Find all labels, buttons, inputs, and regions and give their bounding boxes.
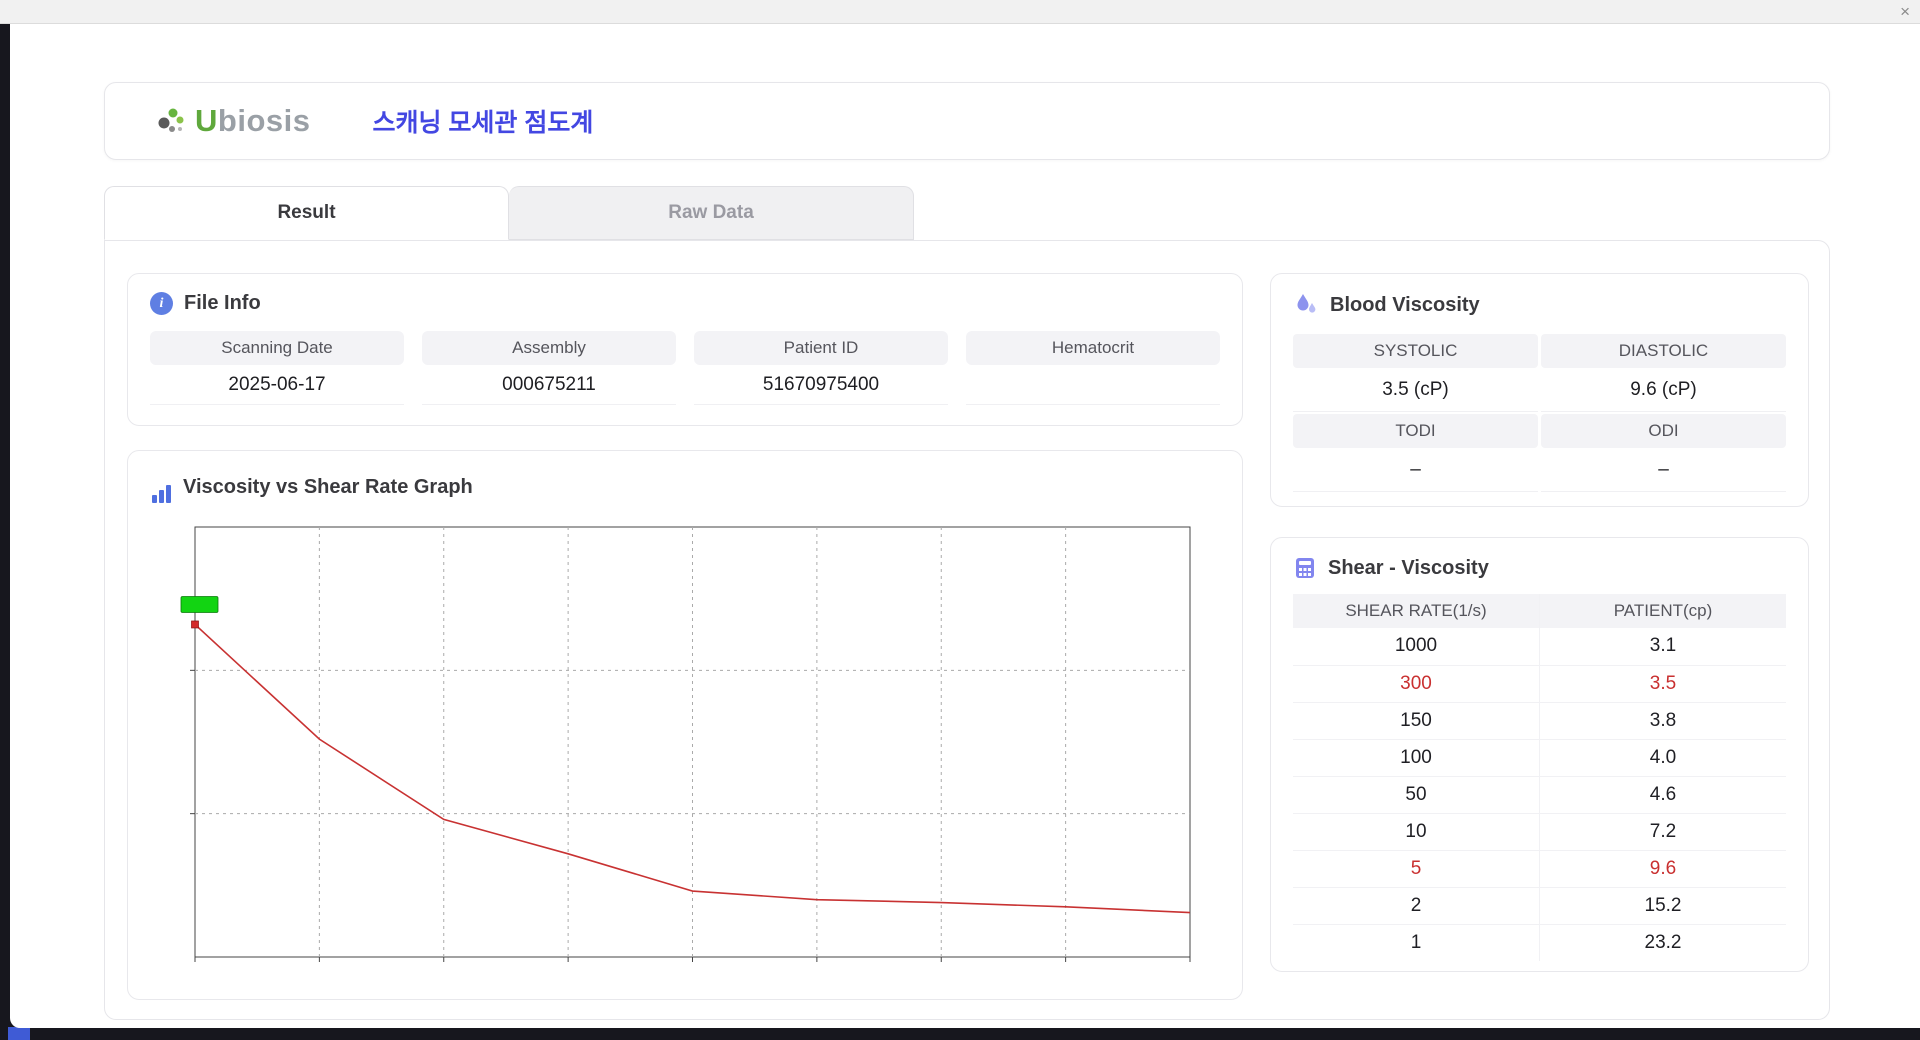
graph-title: Viscosity vs Shear Rate Graph	[183, 475, 473, 498]
field-value: 2025-06-17	[150, 365, 404, 405]
field-label: Assembly	[422, 331, 676, 365]
tab-result[interactable]: Result	[104, 186, 509, 240]
field-value	[966, 365, 1220, 405]
shear-viscosity-title: Shear - Viscosity	[1328, 556, 1489, 579]
background-taskbar-fragment	[8, 1027, 30, 1040]
window-close-button[interactable]: ×	[1900, 1, 1910, 23]
cell-patient: 3.1	[1539, 628, 1786, 666]
cell-shear: 10	[1293, 813, 1540, 851]
field-label: Patient ID	[694, 331, 948, 365]
blood-viscosity-title-row: Blood Viscosity	[1293, 292, 1786, 318]
table-row: 1000 3.1	[1293, 628, 1786, 666]
field-scanning-date: Scanning Date 2025-06-17	[150, 331, 404, 405]
field-value: 000675211	[422, 365, 676, 405]
file-info-card: i File Info Scanning Date 2025-06-17 Ass…	[127, 273, 1243, 426]
shear-viscosity-title-row: Shear - Viscosity	[1293, 556, 1786, 580]
logo-text: Ubiosis	[195, 103, 311, 138]
field-patient-id: Patient ID 51670975400	[694, 331, 948, 405]
ubiosis-logo-icon	[158, 108, 184, 132]
tab-bar: Result Raw Data	[104, 186, 1830, 240]
cell-shear: 2	[1293, 887, 1540, 925]
file-info-fields: Scanning Date 2025-06-17 Assembly 000675…	[150, 331, 1220, 405]
cell-shear: 1	[1293, 924, 1540, 961]
table-row: 10 7.2	[1293, 813, 1786, 851]
cell-shear: 300	[1293, 665, 1540, 703]
bv-value-diastolic: 9.6 (cP)	[1541, 368, 1786, 412]
table-header-row: SHEAR RATE(1/s) PATIENT(cp)	[1293, 594, 1786, 628]
field-hematocrit: Hematocrit	[966, 331, 1220, 405]
bv-value-odi: –	[1541, 448, 1786, 492]
table-row-highlight: 5 9.6	[1293, 850, 1786, 888]
info-icon: i	[150, 292, 173, 315]
file-info-title: File Info	[184, 292, 261, 314]
column-shear-rate: SHEAR RATE(1/s)	[1293, 594, 1540, 628]
bv-value-todi: –	[1293, 448, 1538, 492]
shear-viscosity-card: Shear - Viscosity SHEAR RATE(1/s) PATIEN…	[1270, 537, 1809, 972]
blood-viscosity-card: Blood Viscosity SYSTOLIC DIASTOLIC 3.5 (…	[1270, 273, 1809, 507]
cell-patient: 4.6	[1539, 776, 1786, 814]
cell-shear: 50	[1293, 776, 1540, 814]
window-title-bar: ×	[0, 0, 1920, 24]
field-label: Scanning Date	[150, 331, 404, 365]
file-info-title-row: i File Info	[150, 292, 1220, 315]
cell-patient: 23.2	[1644, 931, 1682, 953]
tab-raw-data[interactable]: Raw Data	[509, 186, 914, 240]
shear-viscosity-table: SHEAR RATE(1/s) PATIENT(cp) 1000 3.1 300 3…	[1293, 594, 1786, 961]
result-panel: i File Info Scanning Date 2025-06-17 Ass…	[104, 240, 1830, 1020]
cell-patient: 4.0	[1539, 739, 1786, 777]
graph-title-row: Viscosity vs Shear Rate Graph	[150, 469, 1220, 505]
bv-label-diastolic: DIASTOLIC	[1541, 334, 1786, 368]
viscosity-graph-card: Viscosity vs Shear Rate Graph	[127, 450, 1243, 1000]
app-title: 스캐닝 모세관 점도계	[372, 109, 594, 137]
table-row-highlight: 300 3.5	[1293, 665, 1786, 703]
cell-shear: 1000	[1293, 628, 1540, 666]
cell-patient: 9.6	[1539, 850, 1786, 888]
field-label: Hematocrit	[966, 331, 1220, 365]
blood-viscosity-grid: SYSTOLIC DIASTOLIC 3.5 (cP) 9.6 (cP) TOD…	[1293, 332, 1786, 492]
cell-patient: 3.5	[1539, 665, 1786, 703]
cell-patient: 15.2	[1539, 887, 1786, 925]
cell-shear: 100	[1293, 739, 1540, 777]
bv-label-odi: ODI	[1541, 414, 1786, 448]
column-patient: PATIENT(cp)	[1539, 594, 1786, 628]
bv-value-systolic: 3.5 (cP)	[1293, 368, 1538, 412]
bv-label-todi: TODI	[1293, 414, 1538, 448]
app-header: Ubiosis 스캐닝 모세관 점도계	[104, 82, 1830, 160]
cell-patient: 7.2	[1539, 813, 1786, 851]
calculator-icon	[1296, 558, 1314, 578]
cell-patient: 3.8	[1539, 702, 1786, 740]
blood-viscosity-title: Blood Viscosity	[1330, 293, 1480, 316]
cell-shear: 5	[1293, 850, 1540, 888]
table-row: 100 4.0	[1293, 739, 1786, 777]
field-assembly: Assembly 000675211	[422, 331, 676, 405]
droplet-icon	[1297, 294, 1316, 313]
ubiosis-logo: Ubiosis	[151, 101, 310, 141]
table-row: 50 4.6	[1293, 776, 1786, 814]
bv-label-systolic: SYSTOLIC	[1293, 334, 1538, 368]
table-row: 150 3.8	[1293, 702, 1786, 740]
field-value: 51670975400	[694, 365, 948, 405]
table-row: 1 23.2	[1293, 924, 1786, 961]
viscosity-chart	[180, 526, 1191, 962]
table-row: 2 15.2	[1293, 887, 1786, 925]
bar-chart-icon	[152, 485, 171, 503]
app-dialog: Ubiosis 스캐닝 모세관 점도계 Result Raw Data i Fi…	[10, 24, 1920, 1028]
cell-shear: 150	[1293, 702, 1540, 740]
